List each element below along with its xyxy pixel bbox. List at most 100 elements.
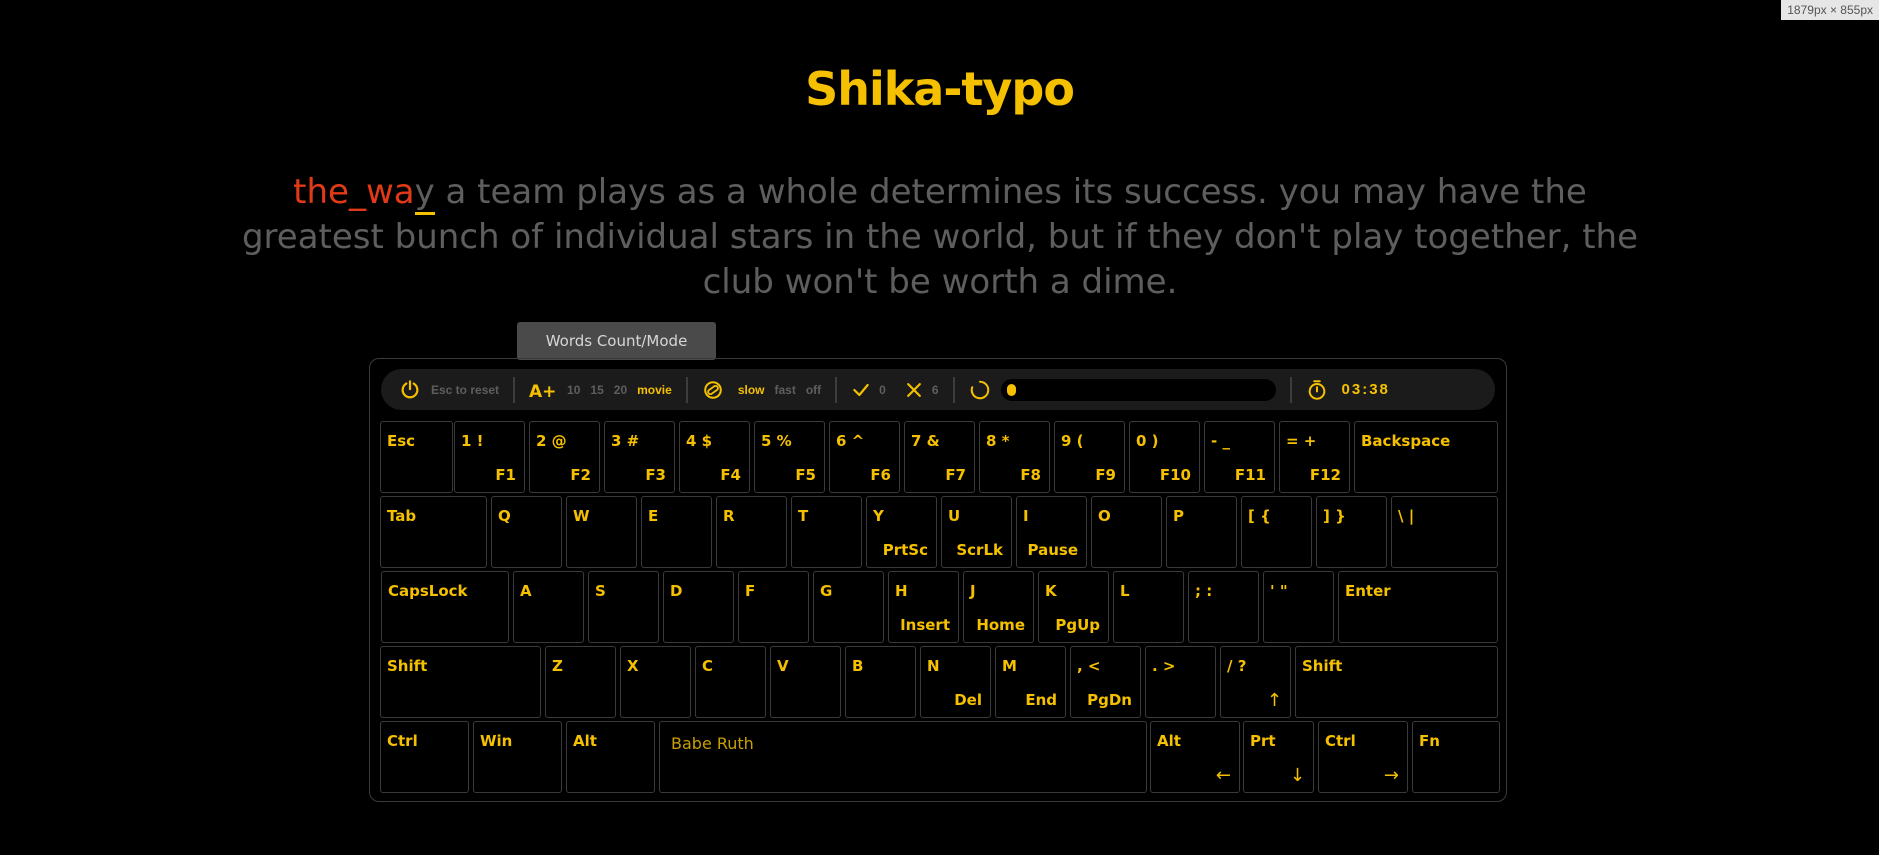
word-count-10[interactable]: 10 <box>567 383 580 397</box>
key-w[interactable]: W <box>566 496 637 568</box>
key-2[interactable]: 2 @ F2 <box>529 421 600 493</box>
key-9[interactable]: 9 (F9 <box>1054 421 1125 493</box>
key-a[interactable]: A <box>513 571 584 643</box>
check-icon <box>851 379 873 401</box>
key-[interactable]: / ? ↑ <box>1220 646 1291 718</box>
key-i[interactable]: I Pause <box>1016 496 1087 568</box>
key-label: 8 * <box>986 432 1010 450</box>
key-label: G <box>820 582 833 600</box>
key-label: CapsLock <box>388 582 468 600</box>
key-sub-label: F12 <box>1309 466 1341 484</box>
progress-group <box>955 369 1290 410</box>
key-m[interactable]: M End <box>995 646 1066 718</box>
key-[interactable]: ] } <box>1316 496 1387 568</box>
key-k[interactable]: K PgUp <box>1038 571 1109 643</box>
key-n[interactable]: N Del <box>920 646 991 718</box>
key-[interactable]: , < PgDn <box>1070 646 1141 718</box>
key-b[interactable]: B <box>845 646 916 718</box>
keyboard-panel: Esc to reset A+ 10 15 20 movie slow fast… <box>369 358 1507 802</box>
key-f[interactable]: F <box>738 571 809 643</box>
reset-group[interactable]: Esc to reset <box>381 369 513 410</box>
key-capslock[interactable]: CapsLock <box>381 571 509 643</box>
key-h[interactable]: H Insert <box>888 571 959 643</box>
sound-fast[interactable]: fast <box>774 383 795 397</box>
key-alt[interactable]: Alt ← <box>1150 721 1240 793</box>
key-4[interactable]: 4 $ F4 <box>679 421 750 493</box>
key-sub-label: ScrLk <box>956 541 1003 559</box>
key-[interactable]: \ | <box>1391 496 1498 568</box>
key-[interactable]: = + F12 <box>1279 421 1350 493</box>
key-sub-label: PrtSc <box>882 541 928 559</box>
key-ctrl[interactable]: Ctrl → <box>1318 721 1408 793</box>
key-5[interactable]: 5 % F5 <box>754 421 825 493</box>
word-count-group: A+ 10 15 20 movie <box>515 369 686 410</box>
key-3[interactable]: 3 # F3 <box>604 421 675 493</box>
key-shift[interactable]: Shift <box>1295 646 1498 718</box>
key-0[interactable]: 0 ) F10 <box>1129 421 1200 493</box>
key-win[interactable]: Win <box>473 721 562 793</box>
key-sub-label: F3 <box>645 466 666 484</box>
key-enter[interactable]: Enter <box>1338 571 1498 643</box>
key-esc[interactable]: Esc <box>380 421 453 493</box>
word-count-15[interactable]: 15 <box>590 383 603 397</box>
key-s[interactable]: S <box>588 571 659 643</box>
key-g[interactable]: G <box>813 571 884 643</box>
key-8[interactable]: 8 * F8 <box>979 421 1050 493</box>
key-z[interactable]: Z <box>545 646 616 718</box>
key-t[interactable]: T <box>791 496 862 568</box>
key-label: = + <box>1286 432 1317 450</box>
key-c[interactable]: C <box>695 646 766 718</box>
key-p[interactable]: P <box>1166 496 1237 568</box>
key-label: Z <box>552 657 563 675</box>
wrong-count: 6 <box>931 382 939 397</box>
sound-slow[interactable]: slow <box>738 383 765 397</box>
key-label: I <box>1023 507 1029 525</box>
key-j[interactable]: J Home <box>963 571 1034 643</box>
key-label: 4 $ <box>686 432 713 450</box>
key-[interactable]: ; : <box>1188 571 1259 643</box>
word-count-20[interactable]: 20 <box>614 383 627 397</box>
reset-icon[interactable] <box>399 379 421 401</box>
key-sub-label: End <box>1025 691 1057 709</box>
key-label: B <box>852 657 864 675</box>
key-v[interactable]: V <box>770 646 841 718</box>
space-key[interactable]: Babe Ruth <box>659 721 1147 793</box>
key-shift[interactable]: Shift <box>380 646 541 718</box>
key-label: - _ <box>1211 432 1230 450</box>
key-label: 1 ! <box>461 432 484 450</box>
key-tab[interactable]: Tab <box>380 496 487 568</box>
key-backspace[interactable]: Backspace <box>1354 421 1498 493</box>
key-label: 6 ^ <box>836 432 865 450</box>
key-[interactable]: . > <box>1145 646 1216 718</box>
key-y[interactable]: Y PrtSc <box>866 496 937 568</box>
key-label: L <box>1120 582 1130 600</box>
sound-icon[interactable] <box>702 379 724 401</box>
key-label: T <box>798 507 809 525</box>
key-label: 3 # <box>611 432 640 450</box>
key-prt[interactable]: Prt ↓ <box>1243 721 1314 793</box>
key-label: 5 % <box>761 432 792 450</box>
key-1[interactable]: 1 ! F1 <box>454 421 525 493</box>
mode-movie[interactable]: movie <box>637 383 672 397</box>
key-q[interactable]: Q <box>491 496 562 568</box>
progress-bar <box>1000 378 1276 401</box>
sound-off[interactable]: off <box>806 383 821 397</box>
key-r[interactable]: R <box>716 496 787 568</box>
key-fn[interactable]: Fn <box>1412 721 1500 793</box>
progress-fill <box>1006 383 1016 396</box>
key-7[interactable]: 7 & F7 <box>904 421 975 493</box>
key-u[interactable]: U ScrLk <box>941 496 1012 568</box>
key-e[interactable]: E <box>641 496 712 568</box>
key-d[interactable]: D <box>663 571 734 643</box>
key-l[interactable]: L <box>1113 571 1184 643</box>
key-alt[interactable]: Alt <box>566 721 655 793</box>
key-[interactable]: [ { <box>1241 496 1312 568</box>
key-[interactable]: ' " <box>1263 571 1334 643</box>
key-[interactable]: - _ F11 <box>1204 421 1275 493</box>
key-6[interactable]: 6 ^ F6 <box>829 421 900 493</box>
key-x[interactable]: X <box>620 646 691 718</box>
key-o[interactable]: O <box>1091 496 1162 568</box>
key-ctrl[interactable]: Ctrl <box>380 721 469 793</box>
font-size-icon[interactable]: A+ <box>529 379 557 401</box>
key-label: E <box>648 507 659 525</box>
